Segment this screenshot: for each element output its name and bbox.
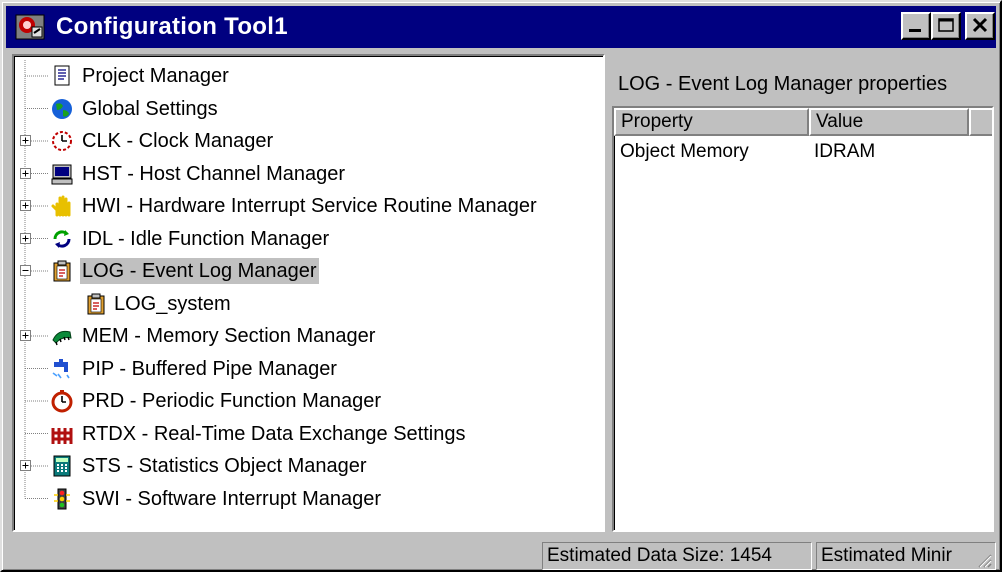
configuration-tool-window: Configuration Tool1 Project Manager Globa… (0, 0, 1002, 572)
status-data-size: Estimated Data Size: 1454 (542, 542, 812, 570)
tree-item-label: SWI - Software Interrupt Manager (82, 487, 382, 510)
module-tree[interactable]: Project Manager Global Settings CLK - Cloc… (12, 54, 605, 532)
tree-item-label: LOG - Event Log Manager (80, 258, 319, 284)
tree-item-label: IDL - Idle Function Manager (82, 227, 330, 250)
stopwatch-icon (51, 390, 73, 413)
clipboard-icon (87, 293, 105, 314)
tree-item[interactable]: HST - Host Channel Manager (14, 158, 603, 190)
close-button[interactable] (965, 12, 995, 40)
tree-item-label: LOG_system (114, 292, 231, 315)
tree-item[interactable]: PIP - Buffered Pipe Manager (14, 353, 603, 385)
expand-plus-icon[interactable] (20, 200, 31, 211)
title-bar[interactable]: Configuration Tool1 (6, 6, 996, 48)
cycle-arrows-icon (53, 229, 71, 248)
tree-item[interactable]: IDL - Idle Function Manager (14, 223, 603, 255)
memory-chip-icon (52, 330, 72, 346)
rtdx-icon (51, 427, 73, 444)
properties-title: LOG - Event Log Manager properties (618, 73, 948, 95)
tree-item-label: CLK - Clock Manager (82, 130, 274, 152)
tree-item-label: STS - Statistics Object Manager (82, 455, 367, 477)
tree-item-label: PIP - Buffered Pipe Manager (82, 357, 337, 380)
status-estimated-min: Estimated Minir (816, 542, 996, 570)
tree-item-label: HST - Host Channel Manager (82, 162, 346, 185)
computer-icon (51, 164, 73, 184)
expand-plus-icon[interactable] (20, 330, 31, 341)
property-name-cell[interactable]: Object Memory (620, 140, 749, 164)
clipboard-icon (53, 260, 71, 282)
tree-item[interactable]: RTDX - Real-Time Data Exchange Settings (14, 418, 603, 450)
hand-icon (51, 195, 71, 217)
resize-grip-icon[interactable] (974, 550, 992, 568)
tree-item-label: Global Settings (82, 97, 218, 120)
property-value-cell[interactable]: IDRAM (814, 140, 875, 164)
tree-item[interactable]: HWI - Hardware Interrupt Service Routine… (14, 190, 603, 222)
tree-item-label: PRD - Periodic Function Manager (82, 390, 382, 412)
expand-plus-icon[interactable] (20, 135, 31, 146)
expand-plus-icon[interactable] (20, 232, 31, 244)
globe-icon (52, 98, 72, 119)
collapse-minus-icon[interactable] (20, 265, 31, 276)
column-header-filler (969, 108, 992, 136)
traffic-light-icon (54, 488, 70, 509)
tree-item[interactable]: LOG_system (14, 288, 603, 320)
close-icon (972, 17, 988, 33)
status-bar: Estimated Data Size: 1454 Estimated Mini… (6, 540, 996, 570)
document-icon (54, 65, 70, 86)
maximize-button[interactable] (931, 12, 961, 40)
tree-item[interactable]: MEM - Memory Section Manager (14, 320, 603, 352)
tree-item-label: Project Manager (82, 65, 229, 87)
tree-item-label: RTDX - Real-Time Data Exchange Settings (82, 422, 466, 445)
properties-list[interactable]: Property Value Object Memory IDRAM (612, 106, 994, 532)
app-icon (15, 14, 45, 40)
expand-plus-icon[interactable] (20, 460, 31, 471)
column-header-value[interactable]: Value (809, 108, 969, 136)
expand-plus-icon[interactable] (20, 167, 31, 179)
tree-item-label: HWI - Hardware Interrupt Service Routine… (82, 195, 537, 217)
window-title: Configuration Tool1 (56, 13, 288, 40)
clock-icon (52, 131, 72, 151)
tree-item-label: MEM - Memory Section Manager (82, 325, 376, 347)
maximize-icon (938, 18, 954, 32)
tree-item[interactable]: SWI - Software Interrupt Manager (14, 483, 603, 515)
minimize-button[interactable] (901, 12, 931, 40)
minimize-icon (909, 29, 921, 32)
properties-pane: LOG - Event Log Manager properties Prope… (612, 64, 996, 532)
calculator-icon (53, 455, 71, 477)
tree-item[interactable]: LOG - Event Log Manager (14, 255, 603, 287)
tree-item[interactable]: STS - Statistics Object Manager (14, 450, 603, 482)
tree-item[interactable]: PRD - Periodic Function Manager (14, 385, 603, 417)
column-header-property[interactable]: Property (614, 108, 809, 136)
faucet-icon (52, 358, 70, 378)
tree-item[interactable]: CLK - Clock Manager (14, 125, 603, 157)
tree-item[interactable]: Project Manager (14, 60, 603, 92)
tree-item[interactable]: Global Settings (14, 93, 603, 125)
